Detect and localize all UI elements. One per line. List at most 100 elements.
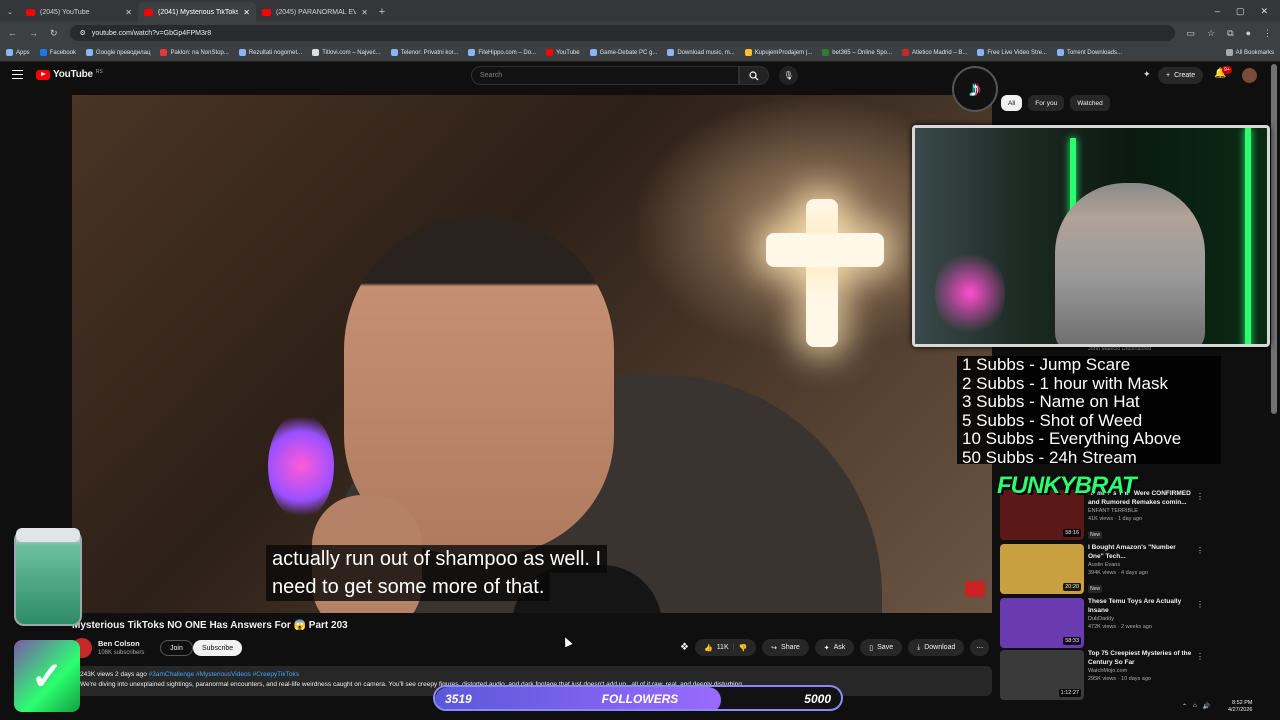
more-actions-button[interactable]: ⋯: [970, 639, 990, 656]
new-tab-button[interactable]: +: [374, 2, 390, 22]
bookmark-item[interactable]: Telenor: Privatni kor...: [390, 49, 458, 56]
chevron-up-icon[interactable]: ⌃: [1182, 703, 1187, 710]
sub-goal: 50 Subbs - 24h Stream: [962, 447, 1137, 467]
all-bookmarks-button[interactable]: All Bookmarks: [1225, 49, 1274, 56]
close-window-button[interactable]: ✕: [1260, 6, 1268, 17]
youtube-favicon-icon: [26, 8, 35, 16]
streamer-brand-logo: FUNKYBRAT: [997, 472, 1137, 499]
profile-icon[interactable]: ●: [1246, 28, 1251, 39]
bookmark-item[interactable]: Google преводилац: [86, 49, 150, 56]
download-button[interactable]: ⤓ Download: [908, 639, 965, 656]
studio-icon[interactable]: ✦: [1143, 69, 1151, 80]
bookmark-item[interactable]: Free Live Video Stre...: [977, 49, 1047, 56]
bookmark-item[interactable]: KupujemProdajem |...: [744, 49, 812, 56]
close-tab-icon[interactable]: ✕: [243, 8, 250, 17]
tab-paranormal[interactable]: (2045) PARANORMAL EVIDENC ✕: [256, 2, 374, 22]
forward-icon[interactable]: →: [29, 28, 38, 38]
bookmark-item[interactable]: YouTube: [546, 49, 580, 56]
caption-line: actually run out of shampoo as well. I: [266, 545, 608, 573]
chip-watched[interactable]: Watched: [1070, 95, 1110, 111]
youtube-favicon-icon: [262, 8, 271, 16]
thumbs-down-icon[interactable]: 👎: [738, 644, 747, 652]
hashtags[interactable]: #3amChallenge #MysteriousVideos #CreepyT…: [149, 671, 299, 678]
youtube-favicon-icon: [546, 49, 554, 56]
ask-button[interactable]: ✦ Ask: [814, 639, 855, 656]
address-row: ← → ↻ ⚙ youtube.com/watch?v=GbGp4FPM3r8 …: [0, 22, 1280, 44]
bookmark-item[interactable]: bet365 – Online Spo...: [822, 49, 892, 56]
join-button[interactable]: Join: [160, 640, 193, 656]
channel-watermark-icon[interactable]: [965, 581, 985, 597]
tab-search-icon[interactable]: ⌄: [0, 2, 20, 22]
maximize-button[interactable]: ▢: [1236, 6, 1245, 17]
reload-icon[interactable]: ↻: [50, 28, 58, 39]
browser-menu-icon[interactable]: ⋮: [1263, 28, 1272, 39]
bookmark-favicon-icon: [822, 49, 830, 56]
download-icon: ⤓: [917, 643, 921, 651]
bookmark-star-icon[interactable]: ☆: [1207, 28, 1215, 39]
followers-goal: 5000: [804, 692, 831, 706]
ai-sparkle-icon[interactable]: ❖: [680, 642, 689, 653]
pink-lamp: [268, 413, 334, 519]
bookmark-favicon-icon: [744, 49, 752, 56]
subscribe-button[interactable]: Subscribe: [193, 640, 243, 656]
bookmark-item[interactable]: Atletico Madrid – B...: [902, 49, 967, 56]
chip-for-you[interactable]: For you: [1028, 95, 1065, 111]
more-options-icon[interactable]: ⋮: [1196, 652, 1204, 661]
youtube-logo[interactable]: YouTube RS: [36, 69, 103, 80]
close-tab-icon[interactable]: ✕: [361, 8, 368, 17]
view-stats: 243K views 2 days ago: [80, 671, 147, 678]
more-options-icon[interactable]: ⋮: [1196, 600, 1204, 609]
account-avatar[interactable]: [1242, 68, 1257, 83]
recommendation-meta: 472K views · 2 weeks ago: [1088, 624, 1152, 630]
tab-label: (2045) YouTube: [40, 8, 90, 16]
recommendation-item[interactable]: 20:20 I Bought Amazon's "Number One" Tec…: [1000, 544, 1204, 598]
volume-icon[interactable]: 🔊: [1203, 703, 1210, 710]
video-player[interactable]: [72, 95, 992, 613]
hamburger-menu-icon[interactable]: [12, 70, 23, 79]
save-button[interactable]: ▯ Save: [860, 639, 903, 656]
bookmark-item[interactable]: Titlovi.com – Najveć...: [312, 49, 381, 56]
bookmark-item[interactable]: FileHippo.com – Do...: [468, 49, 536, 56]
bookmark-favicon-icon: [468, 49, 476, 56]
bookmark-item[interactable]: Apps: [6, 49, 30, 56]
bookmark-item[interactable]: Facebook: [39, 49, 76, 56]
more-options-icon[interactable]: ⋮: [1196, 492, 1204, 501]
site-info-icon[interactable]: ⚙: [80, 29, 86, 37]
window-controls: – ▢ ✕: [1215, 0, 1280, 22]
recommendation-item[interactable]: 1:12:27 Top 75 Creepiest Mysteries of th…: [1000, 650, 1204, 704]
video-thumbnail[interactable]: 58:33: [1000, 598, 1084, 648]
bookmark-item[interactable]: Torrent Downloads...: [1056, 49, 1122, 56]
chip-all[interactable]: All: [1001, 95, 1023, 111]
voice-search-button[interactable]: 🎙: [779, 66, 798, 85]
like-button[interactable]: 👍 11K | 👎: [694, 639, 757, 656]
search-input[interactable]: Search: [471, 66, 739, 85]
url-text: youtube.com/watch?v=GbGp4FPM3r8: [91, 29, 212, 37]
bookmark-favicon-icon: [160, 49, 168, 56]
bookmark-item[interactable]: Rezultati nogomet...: [238, 49, 302, 56]
channel-name[interactable]: Ben Colson: [98, 639, 140, 648]
video-thumbnail[interactable]: 1:12:27: [1000, 650, 1084, 700]
minimize-button[interactable]: –: [1215, 6, 1220, 16]
bookmark-item[interactable]: Download music, m...: [667, 49, 735, 56]
more-options-icon[interactable]: ⋮: [1196, 546, 1204, 555]
create-button[interactable]: + Create: [1158, 67, 1204, 84]
extensions-icon[interactable]: ⧉: [1227, 28, 1233, 39]
share-button[interactable]: ↪ Share: [762, 639, 809, 656]
search-icon: [749, 70, 759, 80]
toolbar-right: ▭ ☆ ⧉ ● ⋮: [1187, 28, 1272, 39]
search-button[interactable]: [739, 66, 769, 85]
youtube-favicon-icon: [144, 8, 153, 16]
tab-youtube-home[interactable]: (2045) YouTube ✕: [20, 2, 138, 22]
page-scrollbar[interactable]: [1271, 64, 1277, 414]
back-icon[interactable]: ←: [8, 28, 17, 38]
recommendation-item[interactable]: 58:33 These Temu Toys Are Actually Insan…: [1000, 598, 1204, 652]
network-icon[interactable]: ⌂: [1193, 703, 1197, 710]
video-thumbnail[interactable]: 20:20: [1000, 544, 1084, 594]
bookmark-item[interactable]: Game-Debate PC g...: [589, 49, 657, 56]
tab-current-video[interactable]: (2041) Mysterious TikToks N ✕: [138, 2, 256, 22]
close-tab-icon[interactable]: ✕: [125, 8, 132, 17]
bookmark-item[interactable]: Paklon: na NonStop...: [160, 49, 229, 56]
taskbar-clock[interactable]: 8:52 PM 4/27/2026: [1228, 700, 1252, 714]
address-bar[interactable]: ⚙ youtube.com/watch?v=GbGp4FPM3r8: [69, 25, 1175, 41]
cast-icon[interactable]: ▭: [1187, 28, 1196, 39]
